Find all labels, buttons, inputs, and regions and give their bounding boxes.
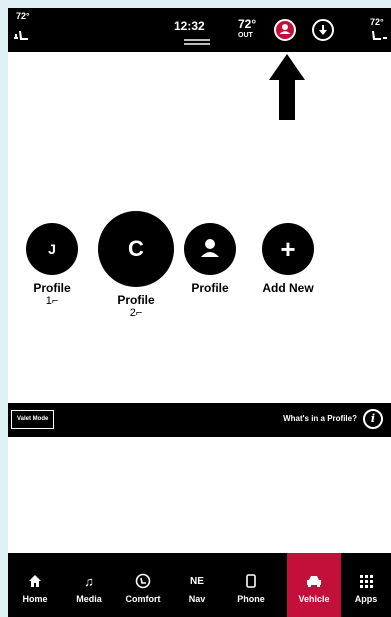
valet-mode-button[interactable]: Valet Mode [11,410,55,429]
profile-label: Profile [191,281,229,295]
outside-temp-label: OUT [238,32,253,39]
download-button[interactable] [312,19,334,41]
profile-options-bar: Valet Mode What's in a Profile? i [8,403,391,437]
nav-label: Vehicle [298,594,330,604]
user-icon [201,239,219,257]
nav-label: Media [76,594,102,604]
uconnect-screen: 72° 12:32 72° OUT 72° J Profile 1⌐ C Pro… [8,8,391,617]
profile-number: 2⌐ [129,307,143,319]
car-icon [287,573,341,589]
nav-nav[interactable]: NE Nav [170,553,224,617]
nav-label: Phone [237,594,265,604]
nav-comfort[interactable]: Comfort [116,553,170,617]
seat-icon: ⌐ [135,307,143,319]
driver-temp[interactable]: 72° [16,11,30,21]
profile-1[interactable]: J Profile 1⌐ [12,211,92,307]
pointer-arrow-icon [269,54,305,120]
profile-label: Profile [33,281,71,295]
nav-vehicle[interactable]: Vehicle [287,553,341,617]
compass-icon: NE [190,575,204,587]
clock-underline [184,39,210,45]
add-profile-button[interactable]: + Add New [248,211,328,295]
seat-icon: ⌐ [51,295,59,307]
nav-apps[interactable]: Apps [341,553,391,617]
nav-media[interactable]: ♫ Media [62,553,116,617]
home-icon [8,573,62,589]
nav-label: Comfort [125,594,161,604]
grid-icon [341,573,391,589]
profile-button[interactable] [274,19,296,41]
outside-temp: 72° OUT [238,17,257,41]
user-icon [279,24,291,34]
profile-avatar: J [26,223,78,275]
clock: 12:32 [174,19,205,33]
heated-seat-icon[interactable] [14,30,30,42]
phone-icon [224,573,278,589]
nav-label: Apps [354,594,378,604]
whats-in-profile-link[interactable]: What's in a Profile? [283,414,357,423]
nav-label: Nav [188,594,206,604]
music-icon: ♫ [84,573,94,589]
profile-label: Profile [117,293,155,307]
plus-icon: + [262,223,314,275]
arrow-down-icon [319,25,327,35]
profile-3[interactable]: Profile [170,211,250,295]
profile-avatar [184,223,236,275]
heated-seat-icon[interactable] [372,30,388,42]
profile-number: 1⌐ [45,295,59,307]
passenger-temp[interactable]: 72° [370,17,384,27]
nav-phone[interactable]: Phone [224,553,278,617]
outside-temp-value: 72° [238,17,257,31]
profile-avatar: C [98,211,174,287]
nav-home[interactable]: Home [8,553,62,617]
nav-label: Home [22,594,48,604]
comfort-icon [116,573,170,589]
bottom-nav: Home ♫ Media Comfort NE Nav Phone Vehicl… [8,553,391,617]
add-profile-label: Add New [262,281,314,295]
status-bar: 72° 12:32 72° OUT 72° [8,8,391,52]
profile-2[interactable]: C Profile 2⌐ [96,211,176,319]
info-icon[interactable]: i [363,409,383,429]
